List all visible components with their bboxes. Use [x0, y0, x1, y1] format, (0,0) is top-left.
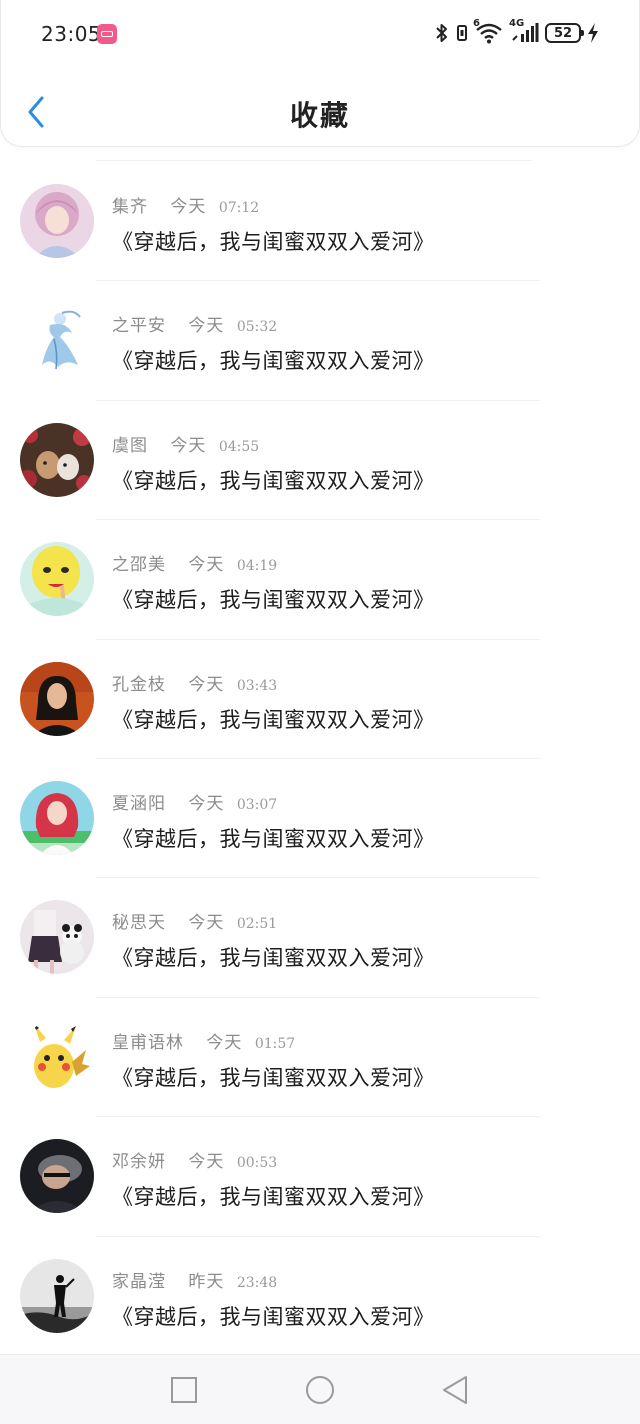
favorites-list: 集齐 今天 07:12 《穿越后，我与闺蜜双双入爱河》 之平安 今天 05:32… [0, 162, 640, 1356]
user-name: 皇甫语林 [112, 1032, 184, 1053]
avatar[interactable] [20, 1019, 94, 1094]
item-day: 今天 [188, 1152, 225, 1173]
status-indicators: 6 4G 52 [435, 18, 599, 46]
cell-signal-icon: 4G [509, 18, 539, 44]
item-time: 23:48 [236, 1274, 278, 1291]
user-name: 夏涵阳 [112, 793, 166, 814]
item-day: 今天 [188, 793, 225, 814]
list-item[interactable]: 夏涵阳 今天 03:07 《穿越后，我与闺蜜双双入爱河》 [0, 759, 640, 879]
list-item[interactable]: 邓余妍 今天 00:53 《穿越后，我与闺蜜双双入爱河》 [0, 1117, 640, 1237]
item-time: 07:12 [218, 200, 260, 216]
item-time: 04:55 [218, 438, 260, 455]
avatar[interactable] [20, 184, 94, 258]
user-name: 之邵美 [112, 555, 166, 576]
item-day: 今天 [206, 1032, 243, 1053]
home-button[interactable] [303, 1373, 337, 1407]
item-text[interactable]: 《穿越后，我与闺蜜双双入爱河》 [112, 823, 435, 853]
list-item[interactable]: 孔金枝 今天 03:43 《穿越后，我与闺蜜双双入爱河》 [0, 640, 640, 759]
system-nav-bar [0, 1354, 640, 1424]
network-type-label: 4G [509, 18, 525, 29]
item-text[interactable]: 《穿越后，我与闺蜜双双入爱河》 [112, 345, 435, 375]
item-day: 今天 [188, 555, 225, 576]
charging-icon [587, 22, 599, 44]
item-meta: 虞图 今天 04:55 [112, 431, 259, 456]
list-item[interactable]: 秘思天 今天 02:51 《穿越后，我与闺蜜双双入爱河》 [0, 878, 640, 998]
item-text[interactable]: 《穿越后，我与闺蜜双双入爱河》 [112, 226, 435, 256]
item-meta: 夏涵阳 今天 03:07 [112, 789, 277, 814]
item-text[interactable]: 《穿越后，我与闺蜜双双入爱河》 [112, 1181, 435, 1211]
page-title: 收藏 [289, 99, 350, 132]
item-time: 01:57 [254, 1035, 296, 1052]
item-time: 04:19 [236, 558, 278, 575]
list-item[interactable]: 集齐 今天 07:12 《穿越后，我与闺蜜双双入爱河》 [0, 162, 640, 282]
item-meta: 集齐 今天 07:12 [112, 192, 259, 217]
circle-icon [306, 1376, 334, 1404]
item-text[interactable]: 《穿越后，我与闺蜜双双入爱河》 [112, 704, 435, 734]
item-meta: 邓余妍 今天 00:53 [112, 1147, 277, 1172]
item-text[interactable]: 《穿越后，我与闺蜜双双入爱河》 [112, 584, 435, 614]
item-meta: 家晶滢 昨天 23:48 [112, 1267, 277, 1292]
user-name: 集齐 [112, 197, 148, 217]
item-day: 昨天 [188, 1271, 225, 1292]
user-name: 虞图 [112, 435, 148, 456]
item-meta: 皇甫语林 今天 01:57 [112, 1028, 295, 1053]
avatar[interactable] [20, 780, 94, 855]
avatar[interactable] [20, 661, 94, 736]
app-notification-icon [97, 24, 117, 44]
user-name: 之平安 [112, 316, 166, 337]
item-text[interactable]: 《穿越后，我与闺蜜双双入爱河》 [112, 942, 435, 972]
user-name: 秘思天 [112, 913, 166, 934]
battery-indicator: 52 [545, 23, 584, 43]
divider [96, 160, 532, 161]
item-meta: 之邵美 今天 04:19 [112, 550, 277, 575]
back-nav-button[interactable] [438, 1373, 472, 1407]
sim-index-label: 6 [473, 18, 480, 29]
square-icon [171, 1377, 197, 1403]
user-name: 孔金枝 [112, 674, 166, 695]
item-time: 03:07 [236, 796, 278, 813]
user-name: 邓余妍 [112, 1152, 166, 1173]
wifi-icon: 6 [473, 18, 503, 44]
item-meta: 之平安 今天 05:32 [112, 311, 277, 336]
user-name: 家晶滢 [112, 1271, 166, 1292]
item-day: 今天 [170, 435, 207, 456]
list-item[interactable]: 之邵美 今天 04:19 《穿越后，我与闺蜜双双入爱河》 [0, 520, 640, 640]
status-time: 23:05 [41, 22, 102, 46]
triangle-back-icon [443, 1376, 467, 1404]
battery-level: 52 [553, 25, 573, 41]
item-meta: 孔金枝 今天 03:43 [112, 670, 277, 695]
item-text[interactable]: 《穿越后，我与闺蜜双双入爱河》 [112, 1062, 435, 1092]
header-card: 23:05 6 4G 52 收藏 [0, 0, 640, 147]
avatar[interactable] [20, 303, 94, 378]
item-day: 今天 [170, 197, 207, 217]
favorites-screen: 23:05 6 4G 52 收藏 集齐 今天 07:12 《穿越后，我与闺蜜双双… [0, 0, 640, 1424]
item-time: 03:43 [236, 677, 278, 694]
item-day: 今天 [188, 913, 225, 934]
item-text[interactable]: 《穿越后，我与闺蜜双双入爱河》 [112, 465, 435, 495]
item-day: 今天 [188, 316, 225, 337]
avatar[interactable] [20, 1139, 94, 1214]
avatar[interactable] [20, 1258, 94, 1333]
avatar[interactable] [20, 900, 94, 975]
avatar[interactable] [20, 542, 94, 617]
list-item[interactable]: 家晶滢 昨天 23:48 《穿越后，我与闺蜜双双入爱河》 [0, 1237, 640, 1356]
avatar[interactable] [20, 422, 94, 497]
vibrate-icon [455, 22, 469, 44]
item-text[interactable]: 《穿越后，我与闺蜜双双入爱河》 [112, 1301, 435, 1331]
item-time: 05:32 [236, 319, 278, 336]
recents-button[interactable] [167, 1373, 201, 1407]
item-time: 02:51 [236, 916, 278, 933]
list-item[interactable]: 皇甫语林 今天 01:57 《穿越后，我与闺蜜双双入爱河》 [0, 998, 640, 1118]
item-meta: 秘思天 今天 02:51 [112, 908, 277, 933]
list-item[interactable]: 之平安 今天 05:32 《穿越后，我与闺蜜双双入爱河》 [0, 281, 640, 401]
item-day: 今天 [188, 674, 225, 695]
list-item[interactable]: 虞图 今天 04:55 《穿越后，我与闺蜜双双入爱河》 [0, 401, 640, 521]
bluetooth-icon [435, 22, 449, 44]
item-time: 00:53 [236, 1155, 278, 1172]
